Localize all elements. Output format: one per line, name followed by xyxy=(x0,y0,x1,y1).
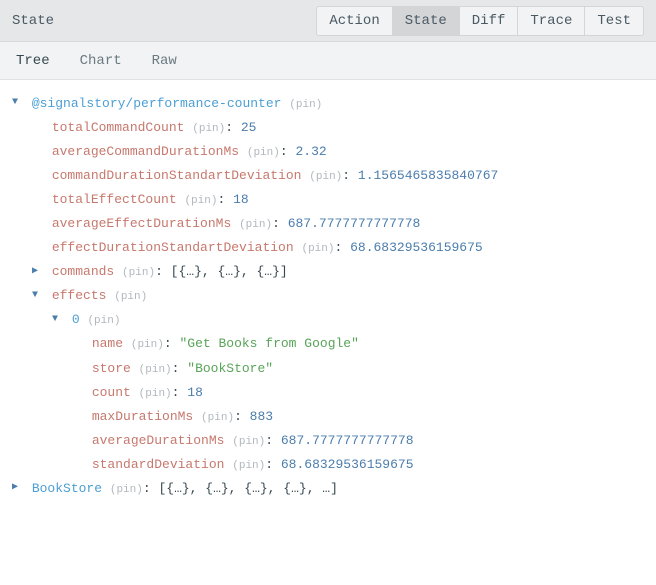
tree-key: totalEffectCount xyxy=(52,192,177,207)
pin-label[interactable]: (pin) xyxy=(239,219,272,231)
tree-value: 18 xyxy=(187,385,203,400)
expand-arrow-icon[interactable]: ▼ xyxy=(12,94,24,113)
tree-row[interactable]: effectDurationStandartDeviation (pin): 6… xyxy=(8,236,648,260)
tree-value: 68.68329536159675 xyxy=(281,457,414,472)
subheader: Tree Chart Raw xyxy=(0,42,656,80)
tree-key: count xyxy=(92,385,131,400)
tree-row[interactable]: totalEffectCount (pin): 18 xyxy=(8,188,648,212)
pin-label[interactable]: (pin) xyxy=(131,339,164,351)
tree-key: standardDeviation xyxy=(92,457,225,472)
tree-row-effects-0[interactable]: ▼ 0 (pin) xyxy=(8,308,648,332)
tree-preview: [{…}, {…}, {…}, {…}, …] xyxy=(158,481,337,496)
tree-value: 1.1565465835840767 xyxy=(358,168,498,183)
tree-row[interactable]: standardDeviation (pin): 68.683295361596… xyxy=(8,453,648,477)
tree-key: BookStore xyxy=(32,481,102,496)
tab-trace[interactable]: Trace xyxy=(517,6,585,36)
pin-label[interactable]: (pin) xyxy=(289,99,322,111)
tree-key: totalCommandCount xyxy=(52,120,185,135)
tree-row-commands[interactable]: ▶ commands (pin): [{…}, {…}, {…}] xyxy=(8,260,648,284)
tree-key: effectDurationStandartDeviation xyxy=(52,240,294,255)
tree-key: averageEffectDurationMs xyxy=(52,216,231,231)
tree-key: @signalstory/performance-counter xyxy=(32,96,282,111)
header-tabs: Action State Diff Trace Test xyxy=(317,6,644,36)
tree-preview: [{…}, {…}, {…}] xyxy=(171,264,288,279)
pin-label[interactable]: (pin) xyxy=(232,436,265,448)
expand-arrow-icon[interactable]: ▼ xyxy=(32,287,44,306)
expand-arrow-icon[interactable]: ▼ xyxy=(52,311,64,330)
tree-row[interactable]: averageEffectDurationMs (pin): 687.77777… xyxy=(8,212,648,236)
tree-key: 0 xyxy=(72,312,80,327)
pin-label[interactable]: (pin) xyxy=(184,195,217,207)
tree-key: commandDurationStandartDeviation xyxy=(52,168,302,183)
tree-value: 883 xyxy=(250,409,273,424)
pin-label[interactable]: (pin) xyxy=(309,171,342,183)
tree-value: 18 xyxy=(233,192,249,207)
tree-key: name xyxy=(92,336,123,351)
pin-label[interactable]: (pin) xyxy=(247,147,280,159)
subtab-chart[interactable]: Chart xyxy=(76,45,126,77)
tree-key: store xyxy=(92,361,131,376)
tree-row[interactable]: maxDurationMs (pin): 883 xyxy=(8,405,648,429)
tab-action[interactable]: Action xyxy=(316,6,392,36)
tree-key: effects xyxy=(52,288,107,303)
subtab-raw[interactable]: Raw xyxy=(148,45,181,77)
pin-label[interactable]: (pin) xyxy=(232,460,265,472)
tree-row[interactable]: store (pin): "BookStore" xyxy=(8,357,648,381)
tree-value: "BookStore" xyxy=(187,361,273,376)
tree-row[interactable]: averageDurationMs (pin): 687.77777777777… xyxy=(8,429,648,453)
pin-label[interactable]: (pin) xyxy=(139,388,172,400)
tree-value: 2.32 xyxy=(295,144,326,159)
pin-label[interactable]: (pin) xyxy=(192,123,225,135)
pin-label[interactable]: (pin) xyxy=(110,484,143,496)
tree-key: averageCommandDurationMs xyxy=(52,144,239,159)
tree-value: 68.68329536159675 xyxy=(350,240,483,255)
tree-value: 687.7777777777778 xyxy=(281,433,414,448)
pin-label[interactable]: (pin) xyxy=(301,243,334,255)
tab-state[interactable]: State xyxy=(392,6,460,36)
tree-value: 25 xyxy=(241,120,257,135)
pin-label[interactable]: (pin) xyxy=(114,291,147,303)
state-tree: ▼ @signalstory/performance-counter (pin)… xyxy=(0,80,656,513)
collapse-arrow-icon[interactable]: ▶ xyxy=(32,263,44,282)
subtab-tree[interactable]: Tree xyxy=(12,45,54,77)
tree-row[interactable]: count (pin): 18 xyxy=(8,381,648,405)
tree-row[interactable]: averageCommandDurationMs (pin): 2.32 xyxy=(8,140,648,164)
tree-key: maxDurationMs xyxy=(92,409,193,424)
tab-test[interactable]: Test xyxy=(584,6,644,36)
panel-title: State xyxy=(12,13,317,29)
tree-key: averageDurationMs xyxy=(92,433,225,448)
pin-label[interactable]: (pin) xyxy=(201,412,234,424)
panel-header: State Action State Diff Trace Test xyxy=(0,0,656,42)
tree-row[interactable]: commandDurationStandartDeviation (pin): … xyxy=(8,164,648,188)
tree-value: 687.7777777777778 xyxy=(288,216,421,231)
tree-row[interactable]: name (pin): "Get Books from Google" xyxy=(8,332,648,356)
pin-label[interactable]: (pin) xyxy=(87,315,120,327)
tree-row-effects[interactable]: ▼ effects (pin) xyxy=(8,284,648,308)
pin-label[interactable]: (pin) xyxy=(139,364,172,376)
tree-value: "Get Books from Google" xyxy=(179,336,358,351)
tree-row-root[interactable]: ▼ @signalstory/performance-counter (pin) xyxy=(8,92,648,116)
tree-row-bookstore[interactable]: ▶ BookStore (pin): [{…}, {…}, {…}, {…}, … xyxy=(8,477,648,501)
pin-label[interactable]: (pin) xyxy=(122,267,155,279)
tab-diff[interactable]: Diff xyxy=(459,6,519,36)
tree-row[interactable]: totalCommandCount (pin): 25 xyxy=(8,116,648,140)
tree-key: commands xyxy=(52,264,114,279)
collapse-arrow-icon[interactable]: ▶ xyxy=(12,479,24,498)
